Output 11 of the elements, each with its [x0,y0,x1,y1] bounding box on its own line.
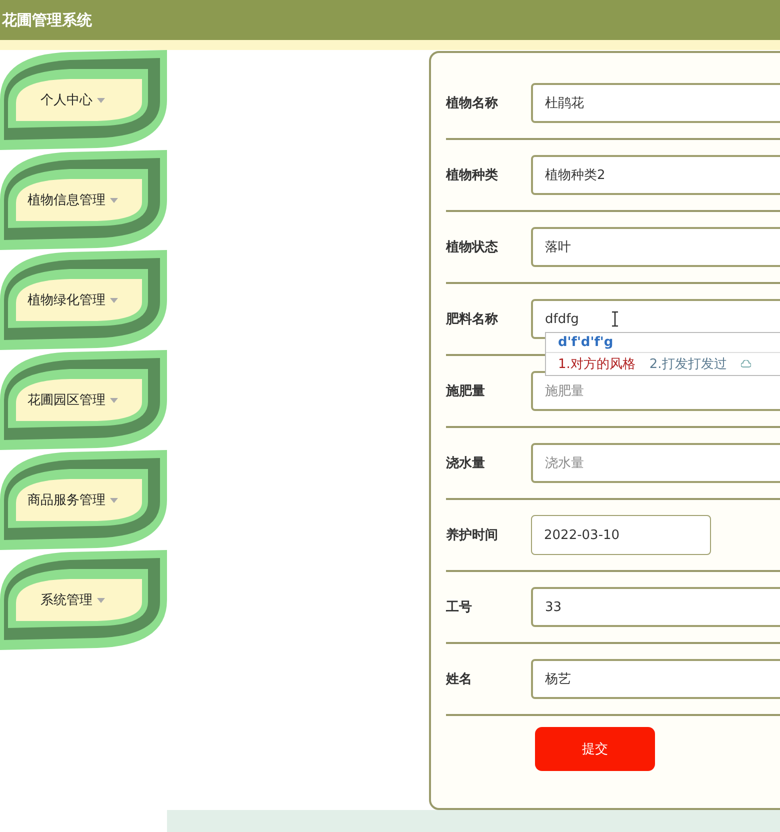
field-label: 工号 [446,599,473,616]
field-label: 施肥量 [446,383,486,400]
ime-composition: d'f'd'f'g [546,333,780,353]
app-title: 花圃管理系统 [2,10,92,30]
field-label: 养护时间 [446,526,499,544]
field-label: 植物状态 [446,239,499,256]
field-label: 植物名称 [446,95,499,112]
field-label: 浇水量 [446,455,486,472]
field-label: 植物种类 [446,167,499,184]
field-label: 姓名 [446,671,473,688]
field-label: 肥料名称 [446,311,499,328]
